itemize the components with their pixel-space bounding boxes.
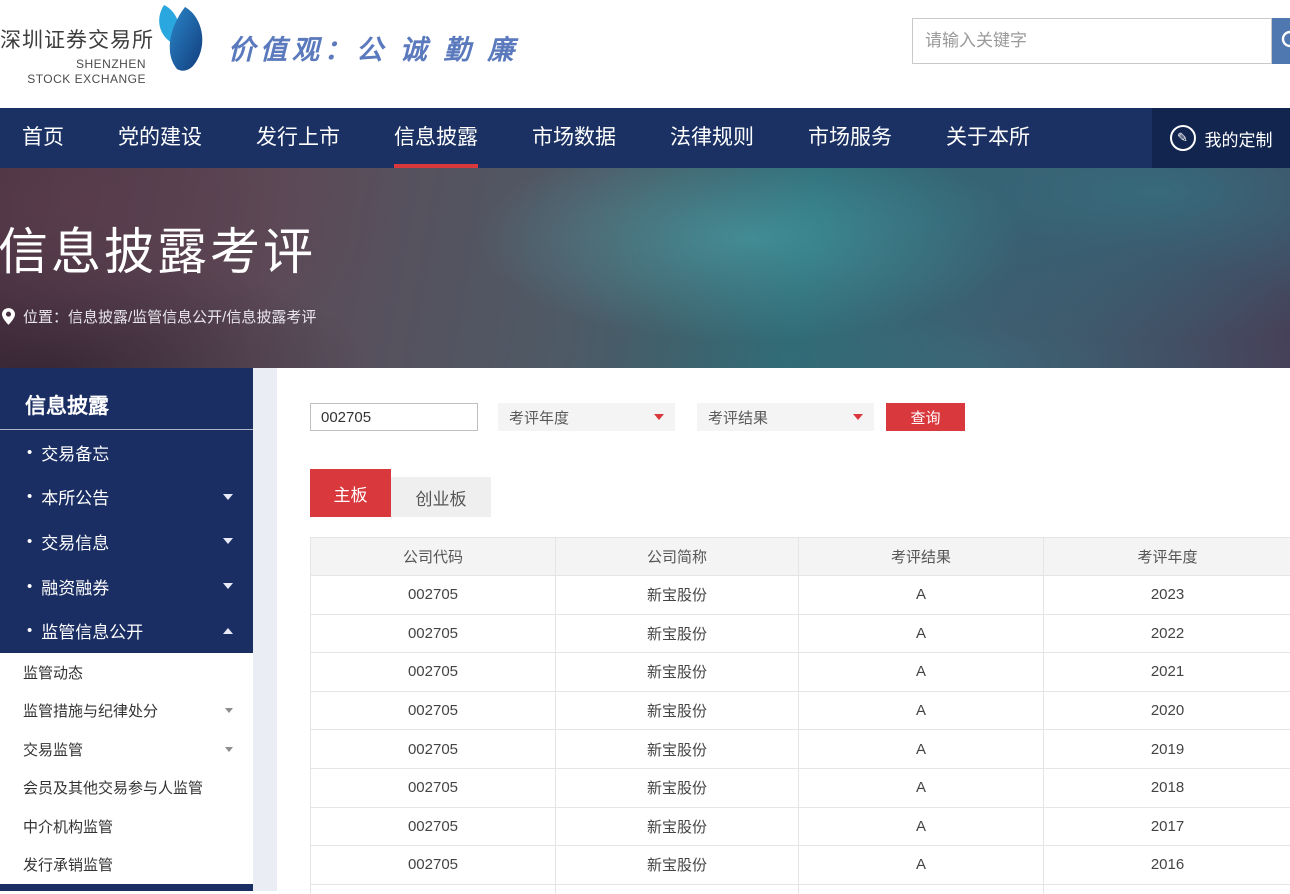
nav-item-about[interactable]: 关于本所	[946, 108, 1030, 168]
company-code-input[interactable]	[310, 403, 478, 431]
submenu-item-underwriting-supervision[interactable]: 发行承销监管	[0, 846, 253, 885]
search-icon	[1280, 29, 1290, 53]
sidebar-item-exchange-announcements[interactable]: • 本所公告	[0, 475, 253, 520]
submenu-item-intermediary-supervision[interactable]: 中介机构监管	[0, 807, 253, 846]
sidebar-next-item-edge	[0, 884, 253, 891]
col-header-year: 考评年度	[1044, 538, 1290, 575]
sidebar-title: 信息披露	[0, 368, 253, 430]
chevron-up-icon	[223, 628, 233, 634]
chevron-down-icon	[225, 747, 233, 752]
col-header-company-name: 公司简称	[556, 538, 799, 575]
my-customization-button[interactable]: ✎ 我的定制	[1152, 108, 1290, 168]
query-button[interactable]: 查询	[886, 403, 965, 431]
col-header-company-code: 公司代码	[311, 538, 556, 575]
sidebar: 信息披露 • 交易备忘 • 本所公告 • 交易信息 • 融资融券 • 监管信息公…	[0, 368, 253, 653]
main-nav: 首页 党的建设 发行上市 信息披露 市场数据 法律规则 市场服务 关于本所	[0, 108, 1290, 168]
sidebar-gutter	[253, 368, 277, 891]
values-slogan: 价值观：公 诚 勤 廉	[228, 28, 519, 67]
nav-item-market-services[interactable]: 市场服务	[808, 108, 892, 168]
table-row: 002705新宝股份A2016	[311, 846, 1290, 885]
logo[interactable]: 深圳证券交易所 SHENZHEN STOCK EXCHANGE	[0, 24, 146, 87]
table-header-row: 公司代码 公司简称 考评结果 考评年度	[311, 538, 1290, 576]
evaluation-year-dropdown[interactable]: 考评年度	[498, 403, 675, 431]
bullet-icon: •	[27, 578, 32, 595]
chevron-down-icon	[654, 414, 664, 420]
location-pin-icon	[2, 308, 15, 325]
site-search-button[interactable]	[1272, 18, 1290, 64]
sidebar-item-trading-memo[interactable]: • 交易备忘	[0, 430, 253, 475]
table-row: 002705新宝股份A2023	[311, 576, 1290, 615]
site-header: 深圳证券交易所 SHENZHEN STOCK EXCHANGE 价值观：公 诚 …	[0, 0, 1290, 108]
sidebar-item-regulatory-disclosure[interactable]: • 监管信息公开	[0, 608, 253, 653]
hero-banner: 信息披露考评 位置：信息披露/监管信息公开/信息披露考评	[0, 168, 1290, 368]
table-row: 002705新宝股份A2020	[311, 692, 1290, 731]
sidebar-item-trading-info[interactable]: • 交易信息	[0, 519, 253, 564]
nav-item-listing[interactable]: 发行上市	[256, 108, 340, 168]
chevron-down-icon	[225, 708, 233, 713]
customize-pencil-icon: ✎	[1170, 125, 1196, 151]
logo-english-name: SHENZHEN STOCK EXCHANGE	[0, 57, 146, 87]
bullet-icon: •	[27, 622, 32, 639]
chevron-down-icon	[853, 414, 863, 420]
col-header-result: 考评结果	[799, 538, 1044, 575]
submenu-item-regulatory-news[interactable]: 监管动态	[0, 653, 253, 692]
table-row: 002705新宝股份A2019	[311, 730, 1290, 769]
tab-chinext-board[interactable]: 创业板	[391, 477, 491, 517]
bullet-icon: •	[27, 444, 32, 461]
szse-logo-icon	[147, 3, 209, 73]
chevron-down-icon	[223, 583, 233, 589]
sidebar-submenu: 监管动态 监管措施与纪律处分 交易监管 会员及其他交易参与人监管 中介机构监管 …	[0, 653, 253, 884]
bullet-icon: •	[27, 533, 32, 550]
table-row: 002705新宝股份A2022	[311, 615, 1290, 654]
sidebar-item-margin-trading[interactable]: • 融资融券	[0, 564, 253, 609]
table-row-partial	[311, 885, 1290, 894]
my-customization-label: 我的定制	[1205, 126, 1273, 151]
site-search-input[interactable]	[912, 18, 1272, 64]
page-title: 信息披露考评	[0, 212, 316, 284]
evaluation-table: 公司代码 公司简称 考评结果 考评年度 002705新宝股份A2023 0027…	[310, 537, 1290, 894]
nav-item-home[interactable]: 首页	[22, 108, 64, 168]
chevron-down-icon	[223, 538, 233, 544]
logo-chinese-name: 深圳证券交易所	[0, 24, 146, 54]
breadcrumb-text: 位置：信息披露/监管信息公开/信息披露考评	[23, 306, 316, 327]
nav-item-rules[interactable]: 法律规则	[670, 108, 754, 168]
submenu-item-measures-discipline[interactable]: 监管措施与纪律处分	[0, 692, 253, 731]
table-row: 002705新宝股份A2021	[311, 653, 1290, 692]
submenu-item-member-supervision[interactable]: 会员及其他交易参与人监管	[0, 769, 253, 808]
evaluation-result-dropdown[interactable]: 考评结果	[697, 403, 874, 431]
bullet-icon: •	[27, 488, 32, 505]
nav-item-market-data[interactable]: 市场数据	[532, 108, 616, 168]
nav-item-disclosure[interactable]: 信息披露	[394, 108, 478, 168]
submenu-item-trading-supervision[interactable]: 交易监管	[0, 730, 253, 769]
chevron-down-icon	[223, 494, 233, 500]
table-row: 002705新宝股份A2018	[311, 769, 1290, 808]
tab-main-board[interactable]: 主板	[310, 469, 391, 517]
table-row: 002705新宝股份A2017	[311, 808, 1290, 847]
breadcrumb: 位置：信息披露/监管信息公开/信息披露考评	[2, 306, 316, 327]
nav-item-party-building[interactable]: 党的建设	[118, 108, 202, 168]
